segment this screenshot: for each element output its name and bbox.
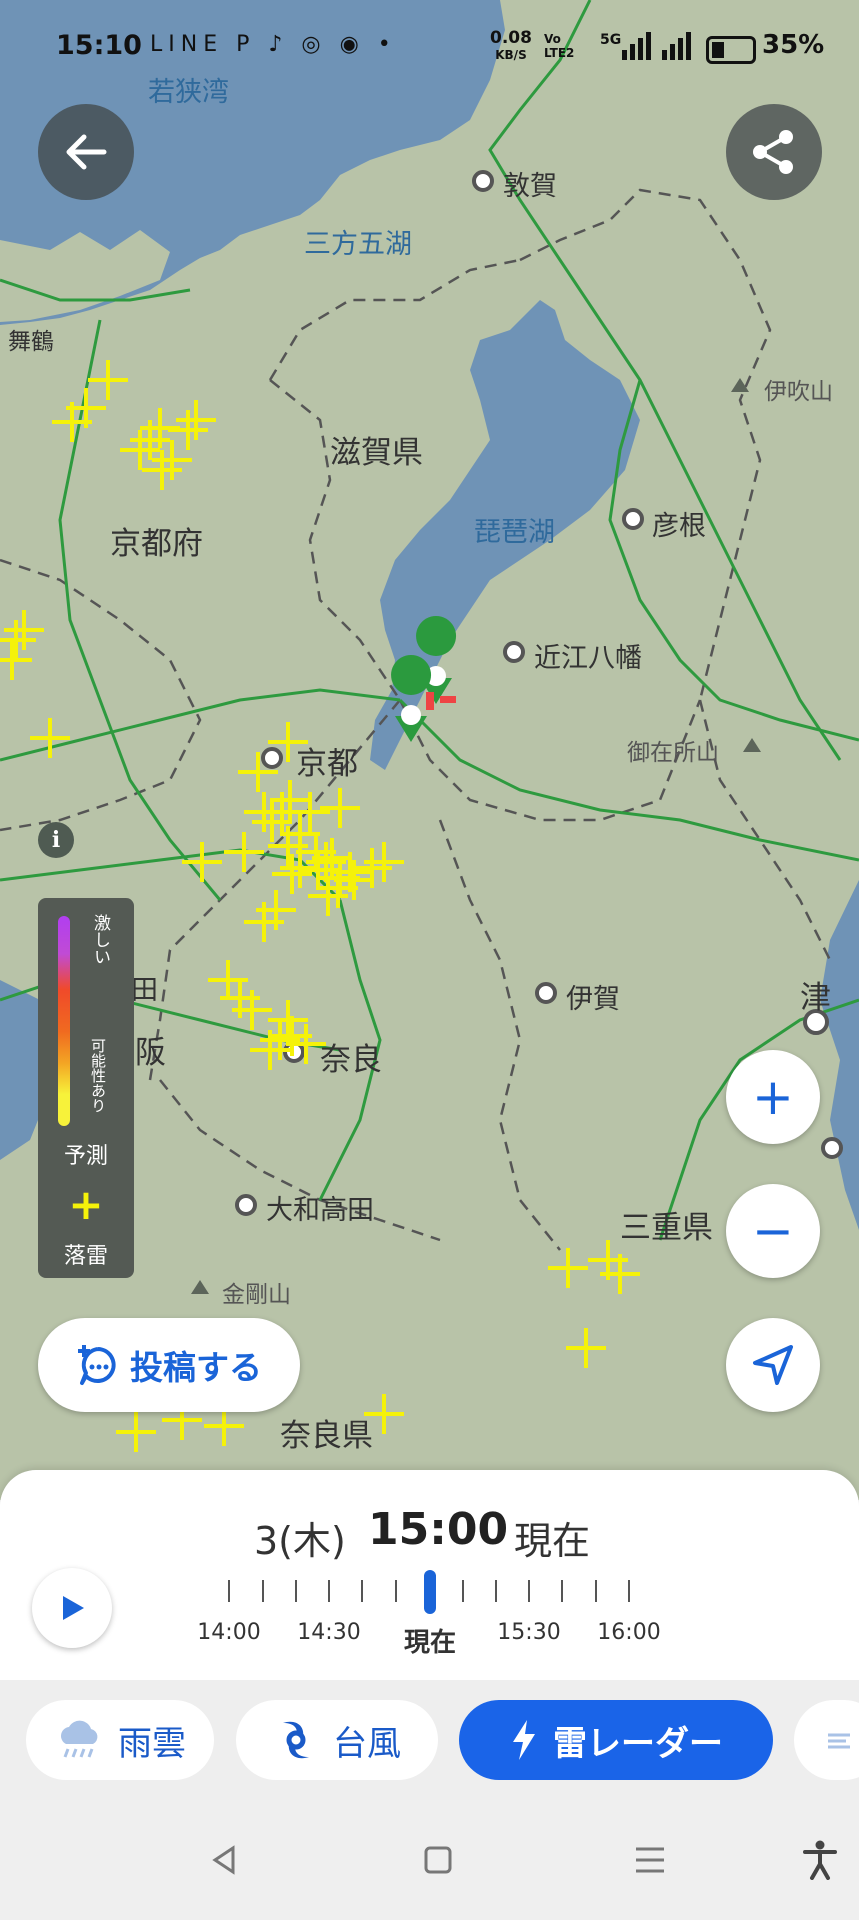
label-biwako: 琵琶湖: [474, 517, 555, 548]
play-icon: [63, 1596, 84, 1620]
timeline-tick: [595, 1580, 597, 1602]
timeline-tick: [628, 1580, 630, 1602]
legend-intense: 激しい: [90, 914, 110, 965]
accessibility-button[interactable]: [800, 1840, 840, 1880]
play-button[interactable]: [32, 1568, 112, 1648]
lightning-legend: 激しい 可能性あり 予測 + 落雷: [38, 898, 134, 1278]
timeline-tick: [561, 1580, 563, 1602]
typhoon-icon: [283, 1721, 309, 1759]
post-button[interactable]: 投稿する: [38, 1318, 300, 1412]
share-icon: [753, 130, 793, 174]
signal-bars-icon: [622, 32, 700, 68]
timeline-tick: [528, 1580, 530, 1602]
rain-cloud-icon: [61, 1720, 98, 1758]
status-time: 15:10: [56, 30, 142, 61]
nav-recents-button[interactable]: [630, 1840, 670, 1880]
timeline-now-label: 現在: [514, 1519, 591, 1563]
label-tsuruga: 敦賀: [503, 171, 557, 202]
lightning-icon: [513, 1720, 535, 1760]
volte-indicator: Vo LTE2: [544, 32, 575, 60]
battery-icon: [706, 36, 756, 64]
timeline-tick: [395, 1580, 397, 1602]
minus-icon: −: [752, 1202, 794, 1260]
label-ibukiyama: 伊吹山: [764, 379, 833, 405]
tick-label-1430: 14:30: [297, 1620, 361, 1645]
layer-rain-cloud[interactable]: 雨雲: [26, 1700, 214, 1780]
net-speed-unit: KB/S: [495, 48, 527, 62]
signal-type: 5G: [600, 32, 622, 48]
navigation-arrow-icon: [753, 1345, 793, 1385]
net-speed: 0.08 KB/S: [490, 30, 532, 63]
legend-forecast: 予測: [63, 1144, 108, 1169]
speech-bubble-add-icon: [78, 1345, 116, 1385]
nav-home-button[interactable]: [418, 1840, 458, 1880]
timeline-date: 3(木): [254, 1519, 346, 1563]
layer-rain-label: 雨雲: [118, 1723, 186, 1764]
timeline-tick: [462, 1580, 464, 1602]
tick-label-1530: 15:30: [497, 1620, 561, 1645]
timeline-tick: [328, 1580, 330, 1602]
timeline-tick: [295, 1580, 297, 1602]
square-home-icon: [424, 1846, 452, 1874]
label-kyoto-pref: 京都府: [110, 526, 203, 562]
timeline-handle[interactable]: [424, 1570, 436, 1614]
layer-lightning-radar[interactable]: 雷レーダー: [459, 1700, 773, 1780]
info-icon[interactable]: i: [38, 822, 74, 858]
timeline-time: 15:00: [368, 1504, 509, 1555]
layer-typhoon-label: 台風: [333, 1723, 401, 1764]
timeline-tick: [262, 1580, 264, 1602]
notification-icons: LINE P ♪ ◎ ◉ •: [150, 32, 397, 57]
zoom-out-button[interactable]: −: [726, 1184, 820, 1278]
wind-icon: [828, 1733, 850, 1749]
label-nara: 奈良: [320, 1042, 382, 1078]
label-nara-pref: 奈良県: [280, 1418, 373, 1454]
label-yamatotakada: 大和高田: [266, 1195, 374, 1226]
legend-possible: 可能性あり: [89, 1038, 107, 1113]
label-iga: 伊賀: [566, 984, 620, 1015]
post-button-label: 投稿する: [130, 1348, 262, 1387]
menu-lines-icon: [636, 1847, 664, 1873]
triangle-back-icon: [212, 1845, 235, 1875]
timeline-tick: [495, 1580, 497, 1602]
label-maizuru: 舞鶴: [8, 329, 54, 355]
tick-label-1400: 14:00: [197, 1620, 261, 1645]
layer-typhoon[interactable]: 台風: [236, 1700, 438, 1780]
battery-percent: 35%: [762, 30, 825, 60]
tick-label-1600: 16:00: [597, 1620, 661, 1645]
label-mie: 三重県: [620, 1210, 713, 1246]
label-kyoto: 京都: [296, 746, 358, 782]
label-gozaisho: 御在所山: [627, 740, 719, 766]
back-button[interactable]: [38, 104, 134, 200]
intensity-gradient: [58, 916, 70, 1126]
label-kongosan: 金剛山: [222, 1282, 291, 1308]
accessibility-icon: [803, 1840, 837, 1880]
plus-icon: +: [752, 1068, 794, 1126]
layer-lightning-label: 雷レーダー: [553, 1723, 723, 1764]
current-location-button[interactable]: [726, 1318, 820, 1412]
status-bar: 15:10 LINE P ♪ ◎ ◉ • 0.08 KB/S Vo LTE2 5…: [0, 0, 859, 100]
legend-strike: 落雷: [63, 1244, 108, 1269]
share-button[interactable]: [726, 104, 822, 200]
tick-label-now: 現在: [403, 1628, 457, 1658]
nav-back-button[interactable]: [204, 1840, 244, 1880]
label-hikone: 彦根: [652, 511, 706, 542]
label-mikata: 三方五湖: [304, 229, 412, 260]
net-speed-value: 0.08: [490, 28, 532, 48]
timeline-tick: [361, 1580, 363, 1602]
strike-cross-icon: +: [68, 1180, 104, 1229]
arrow-left-icon: [66, 134, 107, 170]
label-omihachiman: 近江八幡: [534, 643, 642, 674]
label-shiga: 滋賀県: [330, 435, 423, 471]
timeline-tick: [228, 1580, 230, 1602]
label-tsu: 津: [800, 980, 831, 1016]
zoom-in-button[interactable]: +: [726, 1050, 820, 1144]
